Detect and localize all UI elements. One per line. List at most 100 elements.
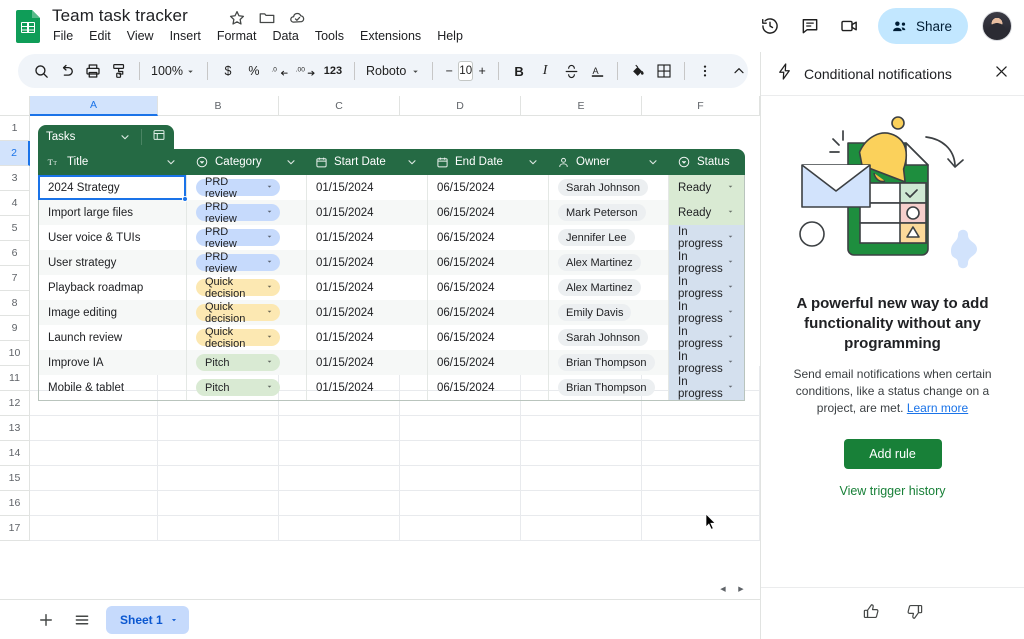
chevron-down-icon[interactable] [265, 307, 274, 319]
grid-cell[interactable] [400, 416, 521, 441]
currency-format-button[interactable]: $ [215, 58, 241, 84]
cell-end-date[interactable]: 06/15/2024 [428, 325, 549, 350]
row-header-2[interactable]: 2 [0, 141, 30, 166]
table-row[interactable]: Playback roadmap Quick decision 01/15/2024… [39, 275, 744, 300]
chevron-down-icon[interactable] [265, 282, 274, 294]
column-status[interactable]: Status [668, 149, 743, 175]
row-header-12[interactable]: 12 [0, 391, 30, 416]
category-chip[interactable]: PRD review [196, 179, 280, 196]
cell-owner[interactable]: Alex Martinez [549, 275, 669, 300]
category-chip[interactable]: Pitch [196, 354, 280, 371]
owner-chip[interactable]: Alex Martinez [558, 279, 641, 296]
cell-category[interactable]: Quick decision [187, 300, 307, 325]
category-chip[interactable]: Quick decision [196, 279, 280, 296]
cell-status[interactable]: In progress [669, 325, 744, 350]
decrease-decimal-button[interactable]: .0 [267, 58, 293, 84]
scroll-left-arrow[interactable]: ◀ [718, 584, 728, 593]
sheet-tab-sheet-1[interactable]: Sheet 1 [106, 606, 189, 634]
row-header-8[interactable]: 8 [0, 291, 30, 316]
status-chip[interactable]: In progress [669, 275, 744, 300]
menu-edit[interactable]: Edit [89, 29, 111, 43]
column-title[interactable]: TT Title [38, 149, 186, 175]
menu-tools[interactable]: Tools [315, 29, 344, 43]
cell-category[interactable]: Pitch [187, 350, 307, 375]
chevron-down-icon[interactable] [527, 156, 539, 168]
grid-cell[interactable] [30, 466, 158, 491]
owner-chip[interactable]: Sarah Johnson [558, 179, 648, 196]
row-header-9[interactable]: 9 [0, 316, 30, 341]
chevron-down-icon[interactable] [726, 232, 735, 244]
chevron-down-icon[interactable] [726, 357, 735, 369]
row-header-15[interactable]: 15 [0, 466, 30, 491]
chevron-down-icon[interactable] [726, 207, 735, 219]
cell-title[interactable]: Image editing [39, 300, 187, 325]
cloud-saved-icon[interactable] [288, 9, 306, 27]
row-header-16[interactable]: 16 [0, 491, 30, 516]
row-header-13[interactable]: 13 [0, 416, 30, 441]
spreadsheet-grid[interactable]: A B C D E F 1 2 3 4 5 6 7 8 9 10 11 12 1… [0, 96, 760, 599]
grid-cell[interactable] [158, 466, 279, 491]
cell-start-date[interactable]: 01/15/2024 [307, 175, 428, 200]
chevron-down-icon[interactable] [285, 156, 297, 168]
grid-cell[interactable] [158, 416, 279, 441]
category-chip[interactable]: PRD review [196, 254, 280, 271]
grid-cell[interactable] [400, 516, 521, 541]
table-row[interactable]: Launch reviewQuick decision01/15/202406/… [39, 325, 744, 350]
grid-cell[interactable] [30, 516, 158, 541]
cell-title[interactable]: User voice & TUIs [39, 225, 187, 250]
grid-cell[interactable] [279, 466, 400, 491]
table-row[interactable]: User strategyPRD review01/15/202406/15/2… [39, 250, 744, 275]
cell-start-date[interactable]: 01/15/2024 [307, 375, 428, 400]
cell-category[interactable]: Pitch [187, 375, 307, 400]
search-icon[interactable] [28, 58, 54, 84]
print-icon[interactable] [80, 58, 106, 84]
status-chip[interactable]: In progress [669, 325, 744, 350]
cell-title[interactable]: Launch review [39, 325, 187, 350]
status-chip[interactable]: Ready [669, 200, 744, 225]
grid-cell[interactable] [642, 516, 760, 541]
grid-cell[interactable] [642, 491, 760, 516]
column-header-d[interactable]: D [400, 96, 521, 116]
chevron-down-icon[interactable] [265, 182, 274, 194]
table-row[interactable]: Improve IAPitch01/15/202406/15/2024Brian… [39, 350, 744, 375]
cell-title[interactable]: Playback roadmap [39, 275, 187, 300]
row-header-11[interactable]: 11 [0, 366, 30, 391]
share-button[interactable]: Share [878, 8, 968, 44]
column-category[interactable]: Category [186, 149, 306, 175]
category-chip[interactable]: PRD review [196, 204, 280, 221]
column-header-c[interactable]: C [279, 96, 400, 116]
thumb-up-icon[interactable] [862, 602, 881, 626]
owner-chip[interactable]: Alex Martinez [558, 254, 641, 271]
cell-start-date[interactable]: 01/15/2024 [307, 200, 428, 225]
column-owner[interactable]: Owner [548, 149, 668, 175]
chevron-down-icon[interactable] [726, 182, 735, 194]
cell-category[interactable]: PRD review [187, 250, 307, 275]
chevron-down-icon[interactable] [119, 131, 131, 143]
grid-cell[interactable] [158, 491, 279, 516]
row-header-1[interactable]: 1 [0, 116, 30, 141]
status-chip[interactable]: In progress [669, 225, 744, 250]
cell-start-date[interactable]: 01/15/2024 [307, 275, 428, 300]
grid-cell[interactable] [279, 491, 400, 516]
grid-cell[interactable] [279, 516, 400, 541]
menu-help[interactable]: Help [437, 29, 463, 43]
add-rule-button[interactable]: Add rule [844, 439, 942, 469]
cell-status[interactable]: In progress [669, 350, 744, 375]
cell-end-date[interactable]: 06/15/2024 [428, 275, 549, 300]
italic-button[interactable]: I [532, 58, 558, 84]
number-format-button[interactable]: 123 [319, 58, 347, 84]
table-row[interactable]: Mobile & tabletPitch01/15/202406/15/2024… [39, 375, 744, 400]
row-header-6[interactable]: 6 [0, 241, 30, 266]
table-tab[interactable]: Tasks [38, 125, 174, 149]
row-header-7[interactable]: 7 [0, 266, 30, 291]
category-chip[interactable]: Quick decision [196, 329, 280, 346]
owner-chip[interactable]: Jennifer Lee [558, 229, 635, 246]
grid-cell[interactable] [642, 466, 760, 491]
row-header-4[interactable]: 4 [0, 191, 30, 216]
menu-view[interactable]: View [127, 29, 154, 43]
cell-category[interactable]: PRD review [187, 200, 307, 225]
cell-owner[interactable]: Alex Martinez [549, 250, 669, 275]
all-sheets-icon[interactable] [70, 608, 94, 632]
chevron-down-icon[interactable] [647, 156, 659, 168]
grid-cell[interactable] [400, 466, 521, 491]
